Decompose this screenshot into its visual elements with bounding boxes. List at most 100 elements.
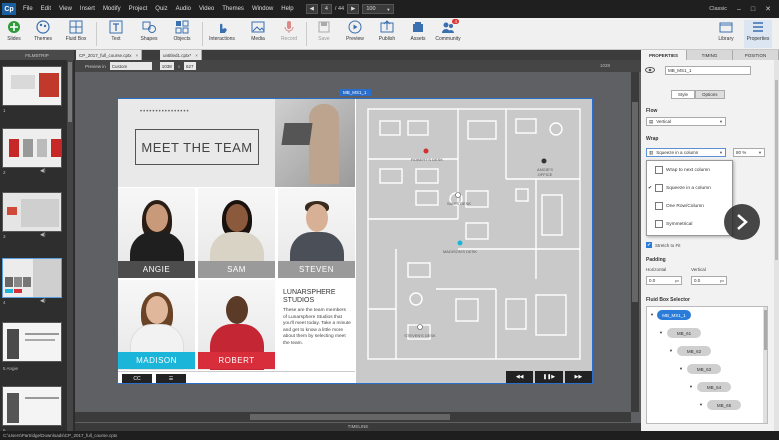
tab-properties[interactable]: PROPERTIES [641,50,687,60]
menu-project[interactable]: Project [125,6,152,12]
library-button[interactable]: Library [712,20,740,48]
expand-arrow-icon[interactable]: ▼ [669,348,673,353]
tab-position[interactable]: POSITION [733,50,779,60]
scrollbar-thumb[interactable] [68,62,72,122]
properties-button[interactable]: Properties [744,20,772,48]
minimize-button[interactable]: – [737,6,741,13]
padding-horizontal-input[interactable]: 0.0 px [646,276,682,285]
slide-thumbnail-3[interactable] [2,192,62,232]
expand-arrow-icon[interactable]: ▼ [659,330,663,335]
text-button[interactable]: Text [102,20,130,48]
height-input[interactable]: 627 [184,62,196,70]
slide-title[interactable]: MEET THE TEAM [135,129,259,165]
tree-scrollbar[interactable] [763,307,767,423]
name-bar-steven: STEVEN [278,261,355,278]
pause-play-button[interactable]: ❚❚▶ [535,371,563,383]
menu-window[interactable]: Window [248,6,277,12]
record-button[interactable]: Record [275,20,303,48]
menu-file[interactable]: File [19,6,37,12]
scrollbar-thumb[interactable] [764,310,767,350]
next-arrow-button[interactable] [724,204,760,240]
zoom-select[interactable]: 100 ▼ [362,4,395,14]
scrollbar-thumb[interactable] [775,80,778,260]
shapes-button[interactable]: Shapes [135,20,163,48]
scrollbar-thumb[interactable] [250,414,450,420]
menu-audio[interactable]: Audio [172,6,195,12]
tree-node-mb-62[interactable]: MB_62 [677,346,711,356]
tree-node-mb-65[interactable]: MB_65 [707,400,741,410]
menu-insert[interactable]: Insert [76,6,99,12]
filmstrip-tab[interactable]: FILMSTRIP [0,50,74,60]
rewind-button[interactable]: ◀◀ [506,371,534,383]
tree-node-mb-ms1-1[interactable]: MB_MS1_1 [657,310,691,320]
wrap-option-one-row[interactable]: One Row/Column [647,197,732,215]
timeline-panel-toggle[interactable]: TIMELINE [75,423,641,431]
wrap-option-next-column[interactable]: Wrap to next column [647,161,732,179]
menu-view[interactable]: View [55,6,76,12]
slide-thumbnail-5[interactable] [2,322,62,362]
maximize-button[interactable]: □ [751,6,755,13]
community-button[interactable]: Community 4 [434,19,462,48]
menu-help[interactable]: Help [277,6,297,12]
stretch-checkbox[interactable]: ✔ [646,242,652,248]
media-button[interactable]: Media [244,20,272,48]
interactions-button[interactable]: Interactions [208,20,236,48]
wrap-percent-select[interactable]: 80 % ▼ [733,148,765,157]
wrap-option-symmetrical[interactable]: Symmetrical [647,215,732,233]
expand-arrow-icon[interactable]: ▼ [650,312,654,317]
filmstrip-scrollbar[interactable] [67,60,73,431]
menu-edit[interactable]: Edit [37,6,55,12]
flow-select[interactable]: ▤ Vertical ▼ [646,117,726,126]
themes-button[interactable]: Themes [29,20,57,48]
tab-timing[interactable]: TIMING [687,50,733,60]
menu-video[interactable]: Video [195,6,218,12]
tree-node-mb-61[interactable]: MB_61 [667,328,701,338]
scrollbar-thumb[interactable] [632,102,638,302]
close-button[interactable]: ✕ [765,5,771,13]
menu-modify[interactable]: Modify [99,6,125,12]
closed-captions-button[interactable]: CC [122,374,152,383]
wrap-select[interactable]: ▥ Squeeze in a column ▼ [646,148,726,157]
width-input[interactable]: 1038 [159,62,174,70]
option-label: Wrap to next column [666,167,710,173]
tab-document-1[interactable]: CP_2017_full_course.cptx × [76,50,143,60]
tree-node-mb-64[interactable]: MB_64 [697,382,731,392]
properties-scrollbar[interactable] [774,60,779,431]
assets-button[interactable]: Assets [404,20,432,48]
wrap-option-squeeze[interactable]: ✔ Squeeze in a column [647,179,732,197]
slide-thumbnail-1[interactable] [2,66,62,106]
close-icon[interactable]: × [136,53,139,58]
close-icon[interactable]: × [195,53,198,58]
slides-button[interactable]: Slides [0,20,28,48]
slide-last-button[interactable]: ▶ [347,4,360,14]
workspace-select[interactable]: Classic [709,6,727,12]
tree-node-mb-63[interactable]: MB_63 [687,364,721,374]
objects-button[interactable]: Objects [168,20,196,48]
slide-first-button[interactable]: ◀ [305,4,318,14]
expand-arrow-icon[interactable]: ▼ [679,366,683,371]
save-button[interactable]: Save [310,20,338,48]
stage-vertical-scrollbar[interactable] [631,72,639,412]
slide-thumbnail-6[interactable] [2,386,62,426]
tab-options[interactable]: Options [695,90,725,99]
menu-button[interactable]: ☰ [156,374,186,383]
forward-button[interactable]: ▶▶ [564,371,592,383]
menu-quiz[interactable]: Quiz [151,6,171,12]
preview-button[interactable]: Preview [341,20,369,48]
menu-themes[interactable]: Themes [218,6,248,12]
slide-number-input[interactable]: 4 [320,4,332,14]
tab-document-2[interactable]: untitled1.cptx* × [160,50,202,60]
padding-vertical-input[interactable]: 0.0 px [691,276,727,285]
slide-thumbnail-2[interactable] [2,128,62,168]
expand-arrow-icon[interactable]: ▼ [699,402,703,407]
tab-style[interactable]: Style [671,90,696,99]
preview-mode-select[interactable]: Custom [109,62,152,70]
publish-button[interactable]: Publish [373,20,401,48]
fluid-box-tag[interactable]: MB_MS1_1 [339,89,371,96]
object-name-input[interactable]: MB_MS1_1 [665,66,751,75]
eye-icon[interactable] [645,66,655,76]
fluid-box-button[interactable]: Fluid Box [62,20,90,48]
expand-arrow-icon[interactable]: ▼ [689,384,693,389]
stage-horizontal-scrollbar[interactable] [75,412,631,422]
slide-thumbnail-4[interactable] [2,258,62,298]
